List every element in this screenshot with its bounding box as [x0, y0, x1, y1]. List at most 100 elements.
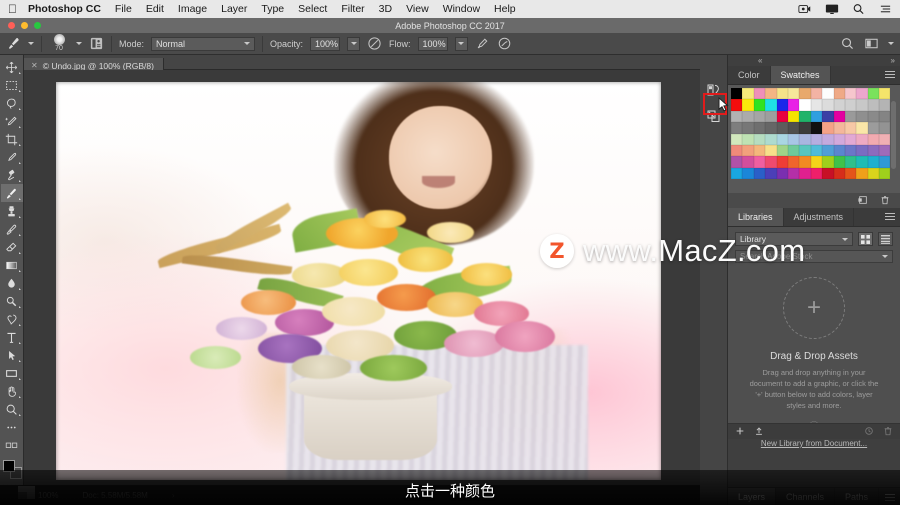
- brush-icon[interactable]: [6, 36, 21, 51]
- expand-panels-icon[interactable]: »: [891, 56, 895, 65]
- color-swatch[interactable]: [799, 99, 811, 111]
- gradient-tool[interactable]: [1, 256, 23, 274]
- tab-swatches[interactable]: Swatches: [770, 66, 831, 84]
- pen-tool[interactable]: [1, 310, 23, 328]
- color-swatch[interactable]: [799, 167, 811, 180]
- color-swatch[interactable]: [844, 110, 857, 123]
- color-swatch[interactable]: [833, 122, 845, 134]
- window-controls[interactable]: [8, 22, 41, 29]
- menu-item-window[interactable]: Window: [443, 3, 480, 15]
- apple-icon[interactable]: : [8, 3, 17, 15]
- workspace-chevron[interactable]: [888, 42, 894, 45]
- stock-search-field[interactable]: Search Adobe Stock: [735, 250, 893, 263]
- path-selection-tool[interactable]: [1, 346, 23, 364]
- color-swatch[interactable]: [742, 167, 754, 180]
- display-icon[interactable]: [825, 3, 839, 15]
- upload-icon[interactable]: [754, 423, 764, 441]
- color-swatch[interactable]: [833, 167, 845, 180]
- quick-selection-tool[interactable]: [1, 112, 23, 130]
- color-swatch[interactable]: [799, 122, 811, 134]
- trash-icon[interactable]: [880, 192, 890, 210]
- color-swatch[interactable]: [787, 144, 800, 157]
- color-swatch[interactable]: [731, 110, 743, 123]
- eraser-tool[interactable]: [1, 238, 23, 256]
- library-select[interactable]: Library: [735, 232, 853, 246]
- color-swatch[interactable]: [856, 99, 868, 111]
- trash-icon[interactable]: [883, 423, 893, 441]
- menu-item-3d[interactable]: 3D: [379, 3, 392, 15]
- color-swatch[interactable]: [810, 133, 823, 145]
- color-swatch[interactable]: [765, 156, 777, 168]
- color-swatch[interactable]: [867, 133, 880, 145]
- document-image[interactable]: [56, 82, 661, 480]
- color-swatch[interactable]: [753, 110, 766, 123]
- color-swatch[interactable]: [867, 122, 880, 134]
- add-asset-dropzone[interactable]: +: [783, 277, 845, 339]
- menu-item-filter[interactable]: Filter: [341, 3, 364, 15]
- close-icon[interactable]: ✕: [31, 61, 38, 70]
- color-swatch[interactable]: [856, 156, 868, 168]
- screen-record-icon[interactable]: [798, 3, 812, 15]
- menu-item-select[interactable]: Select: [298, 3, 327, 15]
- search-icon[interactable]: [852, 3, 866, 15]
- color-swatch[interactable]: [810, 122, 823, 134]
- color-swatch[interactable]: [867, 110, 880, 123]
- color-swatch[interactable]: [856, 88, 868, 100]
- menu-app-name[interactable]: Photoshop CC: [28, 3, 101, 15]
- color-swatch[interactable]: [742, 133, 754, 145]
- color-swatch[interactable]: [731, 133, 743, 145]
- color-swatch[interactable]: [822, 122, 834, 134]
- color-swatch[interactable]: [844, 144, 857, 157]
- color-swatch[interactable]: [867, 99, 880, 111]
- pressure-opacity-icon[interactable]: [367, 36, 382, 51]
- smoothing-icon[interactable]: [497, 36, 512, 51]
- close-button[interactable]: [8, 22, 15, 29]
- swatches-grid[interactable]: [731, 88, 891, 180]
- color-swatch[interactable]: [731, 144, 743, 157]
- color-swatch[interactable]: [753, 167, 766, 180]
- rectangular-marquee-tool[interactable]: [1, 76, 23, 94]
- color-swatch[interactable]: [844, 156, 857, 168]
- color-swatch[interactable]: [731, 88, 743, 100]
- color-swatch[interactable]: [731, 167, 743, 180]
- quick-mask-button[interactable]: [1, 436, 23, 454]
- minimize-button[interactable]: [21, 22, 28, 29]
- color-swatch[interactable]: [844, 99, 857, 111]
- tab-color[interactable]: Color: [728, 66, 771, 84]
- menu-item-edit[interactable]: Edit: [146, 3, 164, 15]
- flow-chevron[interactable]: [454, 36, 468, 51]
- color-swatch[interactable]: [867, 167, 880, 180]
- color-swatch[interactable]: [799, 110, 811, 123]
- flow-input[interactable]: 100%: [417, 36, 448, 51]
- color-swatch[interactable]: [833, 88, 845, 100]
- menu-item-layer[interactable]: Layer: [221, 3, 247, 15]
- brush-tool-chevron[interactable]: [28, 42, 34, 45]
- move-tool[interactable]: [1, 58, 23, 76]
- color-swatch[interactable]: [879, 99, 891, 111]
- list-view-icon[interactable]: [878, 232, 893, 246]
- airbrush-icon[interactable]: [475, 36, 490, 51]
- sync-icon[interactable]: [864, 423, 874, 441]
- color-swatch[interactable]: [879, 133, 891, 145]
- history-brush-tool[interactable]: [1, 220, 23, 238]
- color-swatch[interactable]: [765, 144, 777, 157]
- color-swatch[interactable]: [753, 156, 766, 168]
- type-tool[interactable]: [1, 328, 23, 346]
- rectangle-tool[interactable]: [1, 364, 23, 382]
- menu-item-type[interactable]: Type: [261, 3, 284, 15]
- color-swatch[interactable]: [799, 144, 811, 157]
- opacity-chevron[interactable]: [347, 36, 361, 51]
- color-swatch[interactable]: [822, 133, 834, 145]
- brush-settings-icon[interactable]: [89, 36, 104, 51]
- zoom-button[interactable]: [34, 22, 41, 29]
- crop-tool[interactable]: [1, 130, 23, 148]
- color-swatch[interactable]: [753, 122, 766, 134]
- brush-preset-chevron[interactable]: [76, 42, 82, 45]
- color-swatch[interactable]: [787, 110, 800, 123]
- color-swatch[interactable]: [776, 156, 788, 168]
- tab-adjustments[interactable]: Adjustments: [784, 208, 855, 226]
- menu-item-help[interactable]: Help: [494, 3, 516, 15]
- blend-mode-select[interactable]: Normal: [151, 36, 256, 51]
- color-swatch[interactable]: [753, 133, 766, 145]
- color-swatch[interactable]: [776, 110, 788, 123]
